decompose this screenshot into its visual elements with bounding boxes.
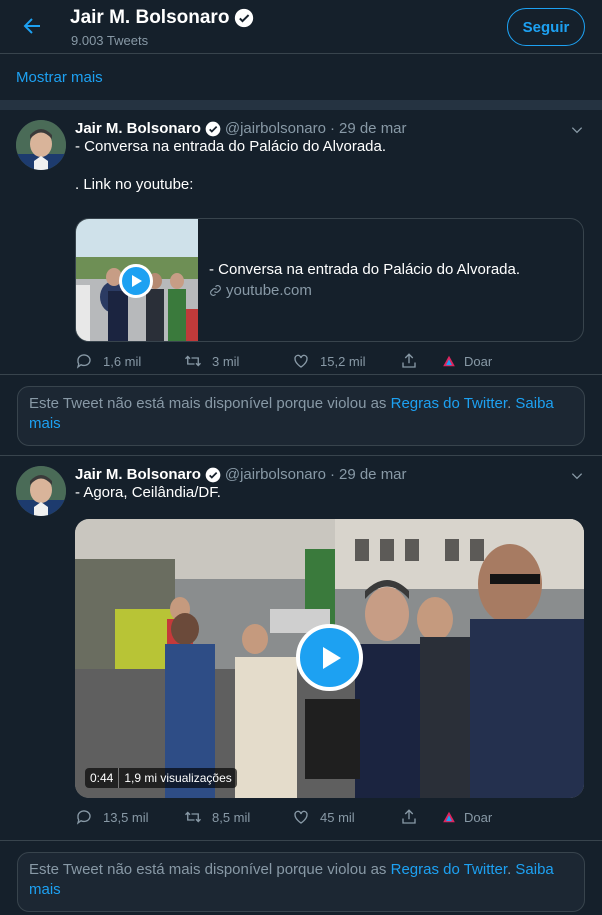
- link-card-info: - Conversa na entrada do Palácio do Alvo…: [198, 219, 520, 341]
- tweet-date[interactable]: 29 de mar: [339, 466, 407, 483]
- notice-dot: .: [507, 861, 512, 878]
- tweet-actions: 13,5 mil 8,5 mil 45 mil Doar: [75, 808, 562, 826]
- section-divider: [0, 100, 602, 110]
- share-icon: [402, 809, 416, 824]
- avatar-photo: [16, 466, 66, 516]
- twitter-rules-link[interactable]: Regras do Twitter: [391, 395, 507, 412]
- unavailable-tweet-notice: Este Tweet não está mais disponível porq…: [17, 386, 585, 446]
- twitter-rules-link[interactable]: Regras do Twitter: [391, 861, 507, 878]
- donate-icon: [443, 811, 455, 823]
- donate-icon: [443, 355, 455, 367]
- unavailable-section-1: Este Tweet não está mais disponível porq…: [0, 375, 602, 456]
- donate-label: Doar: [464, 353, 493, 369]
- tweet-text-line-1: - Conversa na entrada do Palácio do Alvo…: [75, 138, 387, 155]
- tweet-text-line-2: . Link no youtube:: [75, 176, 194, 193]
- meta-separator: ·: [329, 466, 335, 483]
- like-count: 45 mil: [320, 809, 355, 825]
- tweet-meta: Jair M. Bolsonaro @jairbolsonaro · 29 de…: [75, 466, 585, 483]
- avatar-photo: [16, 120, 66, 170]
- tweet-2[interactable]: Jair M. Bolsonaro @jairbolsonaro · 29 de…: [0, 456, 602, 841]
- share-icon: [402, 353, 416, 368]
- verified-badge-icon: [205, 121, 221, 136]
- profile-name: Jair M. Bolsonaro: [70, 7, 254, 29]
- back-arrow-icon[interactable]: [20, 14, 44, 38]
- verified-badge-icon: [205, 467, 221, 482]
- reply-button[interactable]: 13,5 mil: [75, 808, 184, 826]
- avatar[interactable]: [16, 466, 66, 516]
- reply-count: 1,6 mil: [103, 353, 142, 369]
- tweet-count: 9.003 Tweets: [71, 33, 149, 48]
- unavailable-tweet-notice: Este Tweet não está mais disponível porq…: [17, 852, 585, 912]
- reply-count: 13,5 mil: [103, 809, 149, 825]
- retweet-count: 3 mil: [212, 353, 240, 369]
- share-button[interactable]: [400, 808, 442, 826]
- tweet-text-line-1: - Agora, Ceilândia/DF.: [75, 484, 221, 501]
- link-icon: [210, 285, 221, 296]
- author-name[interactable]: Jair M. Bolsonaro: [75, 120, 201, 137]
- donate-label: Doar: [464, 809, 493, 825]
- heart-icon: [294, 810, 308, 824]
- retweet-count: 8,5 mil: [212, 809, 251, 825]
- link-card-title: - Conversa na entrada do Palácio do Alvo…: [209, 261, 521, 278]
- link-card-domain-text: youtube.com: [226, 282, 312, 299]
- follow-button[interactable]: Seguir: [507, 8, 585, 46]
- notice-dot: .: [507, 395, 512, 412]
- link-card-domain: youtube.com: [209, 282, 520, 299]
- verified-badge-icon: [235, 8, 254, 28]
- donate-button[interactable]: Doar: [442, 808, 492, 826]
- donate-button[interactable]: Doar: [442, 352, 492, 370]
- tweet-actions: 1,6 mil 3 mil 15,2 mil Doar: [75, 352, 562, 370]
- video-duration: 0:44: [90, 771, 114, 785]
- video-badge: 0:44 1,9 mi visualizações: [85, 768, 237, 788]
- play-button-icon[interactable]: [119, 264, 153, 298]
- tweet-date[interactable]: 29 de mar: [339, 120, 407, 137]
- avatar[interactable]: [16, 120, 66, 170]
- chevron-down-icon[interactable]: [570, 123, 584, 137]
- reply-icon: [76, 354, 91, 369]
- heart-icon: [294, 354, 308, 368]
- notice-text: Este Tweet não está mais disponível porq…: [29, 395, 391, 412]
- video-views: 1,9 mi visualizações: [118, 768, 236, 788]
- profile-name-text: Jair M. Bolsonaro: [70, 7, 230, 28]
- notice-text: Este Tweet não está mais disponível porq…: [29, 861, 391, 878]
- share-button[interactable]: [400, 352, 442, 370]
- author-name[interactable]: Jair M. Bolsonaro: [75, 466, 201, 483]
- tweet-1[interactable]: Jair M. Bolsonaro @jairbolsonaro · 29 de…: [0, 110, 602, 375]
- author-handle[interactable]: @jairbolsonaro: [225, 466, 326, 483]
- link-card[interactable]: - Conversa na entrada do Palácio do Alvo…: [75, 218, 584, 342]
- like-button[interactable]: 45 mil: [292, 808, 400, 826]
- play-button-icon[interactable]: [296, 624, 363, 691]
- like-count: 15,2 mil: [320, 353, 366, 369]
- link-card-thumbnail: [76, 219, 198, 341]
- profile-header: Jair M. Bolsonaro 9.003 Tweets Seguir: [0, 0, 602, 54]
- show-more-link[interactable]: Mostrar mais: [0, 54, 602, 100]
- reply-button[interactable]: 1,6 mil: [75, 352, 184, 370]
- retweet-button[interactable]: 8,5 mil: [184, 808, 292, 826]
- chevron-down-icon[interactable]: [570, 469, 584, 483]
- meta-separator: ·: [329, 120, 335, 137]
- retweet-button[interactable]: 3 mil: [184, 352, 292, 370]
- retweet-icon: [185, 811, 201, 823]
- video-player[interactable]: 0:44 1,9 mi visualizações: [75, 519, 584, 798]
- reply-icon: [76, 810, 91, 825]
- tweet-meta: Jair M. Bolsonaro @jairbolsonaro · 29 de…: [75, 120, 585, 137]
- retweet-icon: [185, 355, 201, 367]
- unavailable-section-2: Este Tweet não está mais disponível porq…: [0, 841, 602, 915]
- like-button[interactable]: 15,2 mil: [292, 352, 400, 370]
- author-handle[interactable]: @jairbolsonaro: [225, 120, 326, 137]
